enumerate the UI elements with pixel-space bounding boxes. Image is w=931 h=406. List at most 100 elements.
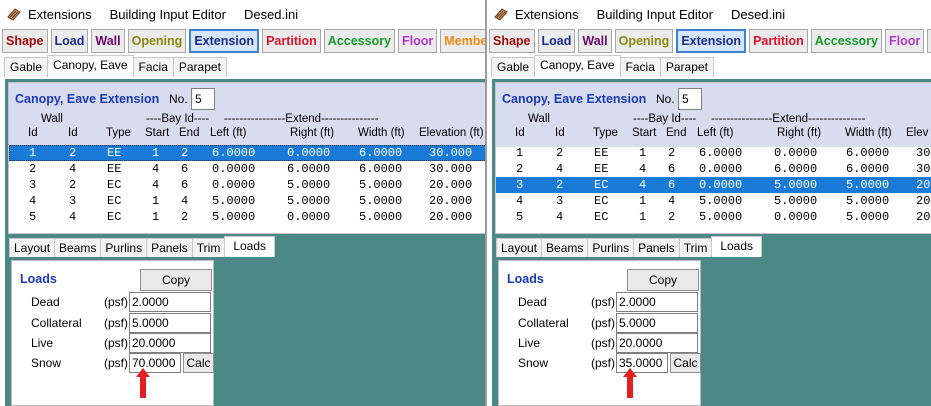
menu-extensions[interactable]: Extensions xyxy=(28,7,92,22)
toolbar-extension-button[interactable]: Extension xyxy=(676,29,747,53)
collateral-unit: (psf) xyxy=(104,316,128,330)
table-cell: EE xyxy=(107,146,122,160)
live-load-input[interactable]: 20.0000 xyxy=(616,333,698,353)
collateral-label: Collateral xyxy=(518,316,569,330)
tab-gable[interactable]: Gable xyxy=(4,57,49,77)
col-header-end[interactable]: End xyxy=(179,127,199,139)
toolbar-shape-button[interactable]: Shape xyxy=(2,29,48,53)
table-row[interactable]: 1 2 EE 1 2 6.0000 0.0000 6.0000 30 xyxy=(496,145,931,161)
collateral-load-input[interactable]: 5.0000 xyxy=(616,313,698,333)
toolbar-member-button[interactable]: Member xyxy=(440,29,485,53)
col-header-type[interactable]: Type xyxy=(106,127,131,139)
table-row[interactable]: 4 3 EC 1 4 5.0000 5.0000 5.0000 20.000 xyxy=(9,193,485,209)
table-cell: 4 xyxy=(152,178,160,192)
tab-loads[interactable]: Loads xyxy=(711,236,763,257)
menu-building-input-editor[interactable]: Building Input Editor xyxy=(110,7,226,22)
table-cell: EC xyxy=(107,178,122,192)
table-row[interactable]: 5 4 EC 1 2 5.0000 0.0000 5.0000 20 xyxy=(496,209,931,225)
table-cell: 5.0000 xyxy=(212,194,256,208)
col-header-left[interactable]: Left (ft) xyxy=(697,127,733,139)
col-header-width[interactable]: Width (ft) xyxy=(845,127,892,139)
toolbar-wall-button[interactable]: Wall xyxy=(91,29,125,53)
table-row[interactable]: 2 4 EE 4 6 0.0000 6.0000 6.0000 30 xyxy=(496,161,931,177)
col-header-start[interactable]: Start xyxy=(145,127,169,139)
col-header-id[interactable]: Id xyxy=(28,127,38,139)
tab-beams[interactable]: Beams xyxy=(541,238,589,257)
menu-extensions[interactable]: Extensions xyxy=(515,7,579,22)
toolbar-opening-button[interactable]: Opening xyxy=(127,29,187,53)
col-header-right[interactable]: Right (ft) xyxy=(290,127,334,139)
tab-canopy-eave[interactable]: Canopy, Eave xyxy=(47,55,134,77)
tab-trim[interactable]: Trim xyxy=(678,238,713,257)
table-row[interactable]: 2 4 EE 4 6 0.0000 6.0000 6.0000 30.000 xyxy=(9,161,485,177)
table-cell: 4 xyxy=(639,162,647,176)
table-row[interactable]: 4 3 EC 1 4 5.0000 5.0000 5.0000 20 xyxy=(496,193,931,209)
toolbar-partition-button[interactable]: Partition xyxy=(262,29,321,53)
toolbar-wall-button[interactable]: Wall xyxy=(578,29,612,53)
table-cell: 6 xyxy=(668,162,676,176)
table-cell: 0.0000 xyxy=(774,146,818,160)
copy-defaults-button[interactable]: Copy Defaults xyxy=(140,269,212,307)
col-header-elevation[interactable]: Elevation (ft) xyxy=(419,127,484,139)
menu-building-input-editor[interactable]: Building Input Editor xyxy=(597,7,713,22)
toolbar-extension-button[interactable]: Extension xyxy=(189,29,260,53)
col-header-start[interactable]: Start xyxy=(632,127,656,139)
table-cell: EC xyxy=(107,194,122,208)
col-header-elevation[interactable]: Elev xyxy=(906,127,928,139)
col-header-id[interactable]: Id xyxy=(515,127,525,139)
copy-defaults-button[interactable]: Copy Defaults xyxy=(627,269,699,307)
toolbar-opening-button[interactable]: Opening xyxy=(614,29,674,53)
tab-panels[interactable]: Panels xyxy=(633,238,680,257)
table-cell: 2 xyxy=(69,178,77,192)
col-header-wall-id[interactable]: Id xyxy=(555,127,565,139)
live-load-input[interactable]: 20.0000 xyxy=(129,333,211,353)
count-label: No. xyxy=(656,92,675,106)
tab-layout[interactable]: Layout xyxy=(9,238,56,257)
calc-button[interactable]: Calc xyxy=(670,353,701,373)
tab-canopy-eave[interactable]: Canopy, Eave xyxy=(534,55,621,77)
count-input[interactable]: 5 xyxy=(678,88,702,110)
dead-load-input[interactable]: 2.0000 xyxy=(129,292,211,312)
col-header-wall-id[interactable]: Id xyxy=(68,127,78,139)
table-cell: 4 xyxy=(69,162,77,176)
tab-parapet[interactable]: Parapet xyxy=(172,57,227,77)
tab-beams[interactable]: Beams xyxy=(54,238,102,257)
toolbar-accessory-button[interactable]: Accessory xyxy=(323,29,396,53)
table-row[interactable]: 3 2 EC 4 6 0.0000 5.0000 5.0000 20 xyxy=(496,177,931,193)
tab-gable[interactable]: Gable xyxy=(491,57,536,77)
count-input[interactable]: 5 xyxy=(191,88,215,110)
collateral-load-input[interactable]: 5.0000 xyxy=(129,313,211,333)
tab-trim[interactable]: Trim xyxy=(191,238,226,257)
table-cell: 20 xyxy=(916,178,931,192)
toolbar-floor-button[interactable]: Floor xyxy=(398,29,438,53)
tab-panels[interactable]: Panels xyxy=(146,238,193,257)
col-header-end[interactable]: End xyxy=(666,127,686,139)
tab-facia[interactable]: Facia xyxy=(619,57,661,77)
toolbar-load-button[interactable]: Load xyxy=(537,29,576,53)
table-cell: 20.000 xyxy=(429,210,473,224)
tab-facia[interactable]: Facia xyxy=(132,57,174,77)
dead-load-input[interactable]: 2.0000 xyxy=(616,292,698,312)
toolbar-accessory-button[interactable]: Accessory xyxy=(810,29,883,53)
calc-button[interactable]: Calc xyxy=(183,353,214,373)
tab-layout[interactable]: Layout xyxy=(496,238,543,257)
toolbar-member-button[interactable]: Member xyxy=(927,29,931,53)
col-header-type[interactable]: Type xyxy=(593,127,618,139)
extension-subtabs: Gable Canopy, Eave Facia Parapet xyxy=(4,55,227,78)
tab-parapet[interactable]: Parapet xyxy=(659,57,714,77)
table-cell: 5.0000 xyxy=(846,178,890,192)
tab-purlins[interactable]: Purlins xyxy=(587,238,635,257)
table-row[interactable]: 1 2 EE 1 2 6.0000 0.0000 6.0000 30.000 xyxy=(9,145,485,161)
tab-loads[interactable]: Loads xyxy=(224,236,276,257)
col-header-right[interactable]: Right (ft) xyxy=(777,127,821,139)
col-header-left[interactable]: Left (ft) xyxy=(210,127,246,139)
table-cell: 5.0000 xyxy=(774,178,818,192)
col-header-width[interactable]: Width (ft) xyxy=(358,127,405,139)
toolbar-floor-button[interactable]: Floor xyxy=(885,29,925,53)
toolbar-shape-button[interactable]: Shape xyxy=(489,29,535,53)
toolbar-partition-button[interactable]: Partition xyxy=(749,29,808,53)
table-row[interactable]: 3 2 EC 4 6 0.0000 5.0000 5.0000 20.000 xyxy=(9,177,485,193)
tab-purlins[interactable]: Purlins xyxy=(100,238,148,257)
table-row[interactable]: 5 4 EC 1 2 5.0000 0.0000 5.0000 20.000 xyxy=(9,209,485,225)
toolbar-load-button[interactable]: Load xyxy=(50,29,89,53)
